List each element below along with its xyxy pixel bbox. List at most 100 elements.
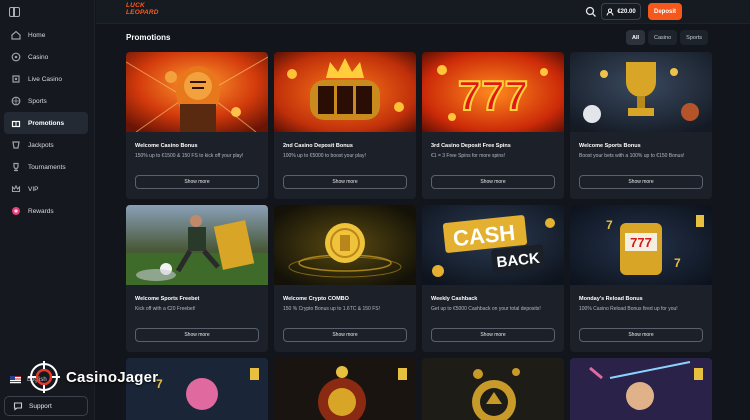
sidebar-item-casino[interactable]: Casino xyxy=(4,46,88,68)
promo-card: CASH BACK Weekly Cashback Get up to €500… xyxy=(422,205,564,352)
svg-text:7: 7 xyxy=(606,218,613,232)
crypto-coin-art xyxy=(274,205,416,285)
sidebar-item-label: Sports xyxy=(28,97,47,105)
cashback-art: CASH BACK xyxy=(422,205,564,285)
promo-title: 2nd Casino Deposit Bonus xyxy=(283,143,353,149)
gift-icon xyxy=(10,117,22,129)
show-more-button[interactable]: Show more xyxy=(579,175,703,189)
reward-icon xyxy=(10,205,22,217)
balance-amount: €20.00 xyxy=(617,8,636,15)
sidebar-item-label: Tournaments xyxy=(28,163,66,171)
show-more-button[interactable]: Show more xyxy=(135,328,259,342)
show-more-button[interactable]: Show more xyxy=(283,328,407,342)
promo-card xyxy=(274,358,416,420)
promo-description: 100% Casino Reload Bonus fired up for yo… xyxy=(579,306,678,312)
sidebar-item-vip[interactable]: VIP xyxy=(4,178,88,200)
trophy-art xyxy=(570,52,712,132)
promo-description: 150% up to €1500 & 150 FS to kick off yo… xyxy=(135,153,244,159)
deposit-button[interactable]: Deposit xyxy=(648,3,682,20)
filter-casino[interactable]: Casino xyxy=(648,30,678,45)
svg-text:7: 7 xyxy=(674,256,681,270)
support-button[interactable]: Support xyxy=(4,396,88,416)
promo-card: 777 7 7 Monday's Reload Bonus 100% Casin… xyxy=(570,205,712,352)
balance-button[interactable]: €20.00 xyxy=(601,3,641,20)
promo-title: Welcome Crypto COMBO xyxy=(283,296,349,302)
promo-card: Welcome Sports Freebet Kick off with a €… xyxy=(126,205,268,352)
casino-chip-icon xyxy=(10,51,22,63)
promo-card: Welcome Casino Bonus 150% up to €1500 & … xyxy=(126,52,268,199)
warrior-art xyxy=(570,358,712,420)
promo-description: Get up to €5000 Cashback on your total d… xyxy=(431,306,541,312)
crown-icon xyxy=(10,183,22,195)
tiger-art xyxy=(126,52,268,132)
promo-description: €1 = 3 Free Spins for more spins! xyxy=(431,153,506,159)
live-icon xyxy=(10,73,22,85)
sidebar-toggle-icon[interactable] xyxy=(9,7,20,17)
show-more-button[interactable]: Show more xyxy=(431,328,555,342)
ball-icon xyxy=(10,95,22,107)
sidebar-item-tournaments[interactable]: Tournaments xyxy=(4,156,88,178)
support-label: Support xyxy=(29,402,52,410)
promo-card xyxy=(422,358,564,420)
sidebar-item-jackpots[interactable]: Jackpots xyxy=(4,134,88,156)
slot-crown-art xyxy=(274,52,416,132)
filter-sports[interactable]: Sports xyxy=(680,30,709,45)
sidebar-item-label: Rewards xyxy=(28,207,54,215)
search-icon[interactable] xyxy=(585,6,597,18)
sidebar-item-home[interactable]: Home xyxy=(4,24,88,46)
brand-logo[interactable]: LUCK LEOPARD xyxy=(126,2,162,20)
crosshair-logo-icon xyxy=(28,361,60,393)
sidebar-item-label: Live Casino xyxy=(28,75,62,83)
promo-title: Welcome Sports Freebet xyxy=(135,296,200,302)
filter-all[interactable]: All xyxy=(626,30,646,45)
promo-description: Kick off with a €20 Freebet! xyxy=(135,306,196,312)
sidebar-item-label: Home xyxy=(28,31,46,39)
logo-line-2: LEOPARD xyxy=(126,8,159,16)
roulette-art xyxy=(274,358,416,420)
promo-title: Welcome Sports Bonus xyxy=(579,143,641,149)
sidebar-item-sports[interactable]: Sports xyxy=(4,90,88,112)
show-more-button[interactable]: Show more xyxy=(579,328,703,342)
show-more-button[interactable]: Show more xyxy=(135,175,259,189)
promo-card: 777 3rd Casino Deposit Free Spins €1 = 3… xyxy=(422,52,564,199)
promo-filters: All Casino Sports xyxy=(626,30,709,45)
promo-card: 2nd Casino Deposit Bonus 100% up to €500… xyxy=(274,52,416,199)
promo-title: Welcome Casino Bonus xyxy=(135,143,198,149)
us-flag-icon xyxy=(10,376,21,384)
promo-title: 3rd Casino Deposit Free Spins xyxy=(431,143,511,149)
sidebar-item-label: Casino xyxy=(28,53,49,61)
svg-text:777: 777 xyxy=(458,72,528,119)
svg-text:777: 777 xyxy=(630,235,652,250)
sidebar-item-label: Jackpots xyxy=(28,141,54,149)
promo-card: Welcome Sports Bonus Boost your bets wit… xyxy=(570,52,712,199)
poker-chip-art xyxy=(422,358,564,420)
promo-description: 150 % Crypto Bonus up to 1.6TC & 150 FS! xyxy=(283,306,380,312)
slot-machine-art: 777 7 7 xyxy=(570,205,712,285)
watermark-text: CasinoJager xyxy=(66,368,159,386)
page-title: Promotions xyxy=(126,33,171,42)
777-art: 777 xyxy=(422,52,564,132)
sidebar-item-label: VIP xyxy=(28,185,39,193)
chat-icon xyxy=(12,400,24,412)
sidebar: Home Casino Live Casino Sports Promotion… xyxy=(0,0,95,420)
trophy-icon xyxy=(10,161,22,173)
home-icon xyxy=(10,29,22,41)
show-more-button[interactable]: Show more xyxy=(431,175,555,189)
user-icon xyxy=(606,7,614,16)
promo-title: Monday's Reload Bonus xyxy=(579,296,643,302)
promo-description: Boost your bets with a 100% up to €150 B… xyxy=(579,153,685,159)
promo-card: Welcome Crypto COMBO 150 % Crypto Bonus … xyxy=(274,205,416,352)
jackpot-icon xyxy=(10,139,22,151)
show-more-button[interactable]: Show more xyxy=(283,175,407,189)
sidebar-item-live-casino[interactable]: Live Casino xyxy=(4,68,88,90)
sidebar-nav: Home Casino Live Casino Sports Promotion… xyxy=(4,24,88,222)
soccer-art xyxy=(126,205,268,285)
promo-card xyxy=(570,358,712,420)
watermark: CasinoJager xyxy=(28,361,158,393)
sidebar-item-label: Promotions xyxy=(28,119,65,127)
top-header: LUCK LEOPARD €20.00 Deposit xyxy=(96,0,750,24)
promo-title: Weekly Cashback xyxy=(431,296,478,302)
sidebar-item-promotions[interactable]: Promotions xyxy=(4,112,88,134)
promo-description: 100% up to €5000 to boost your play! xyxy=(283,153,366,159)
sidebar-item-rewards[interactable]: Rewards xyxy=(4,200,88,222)
